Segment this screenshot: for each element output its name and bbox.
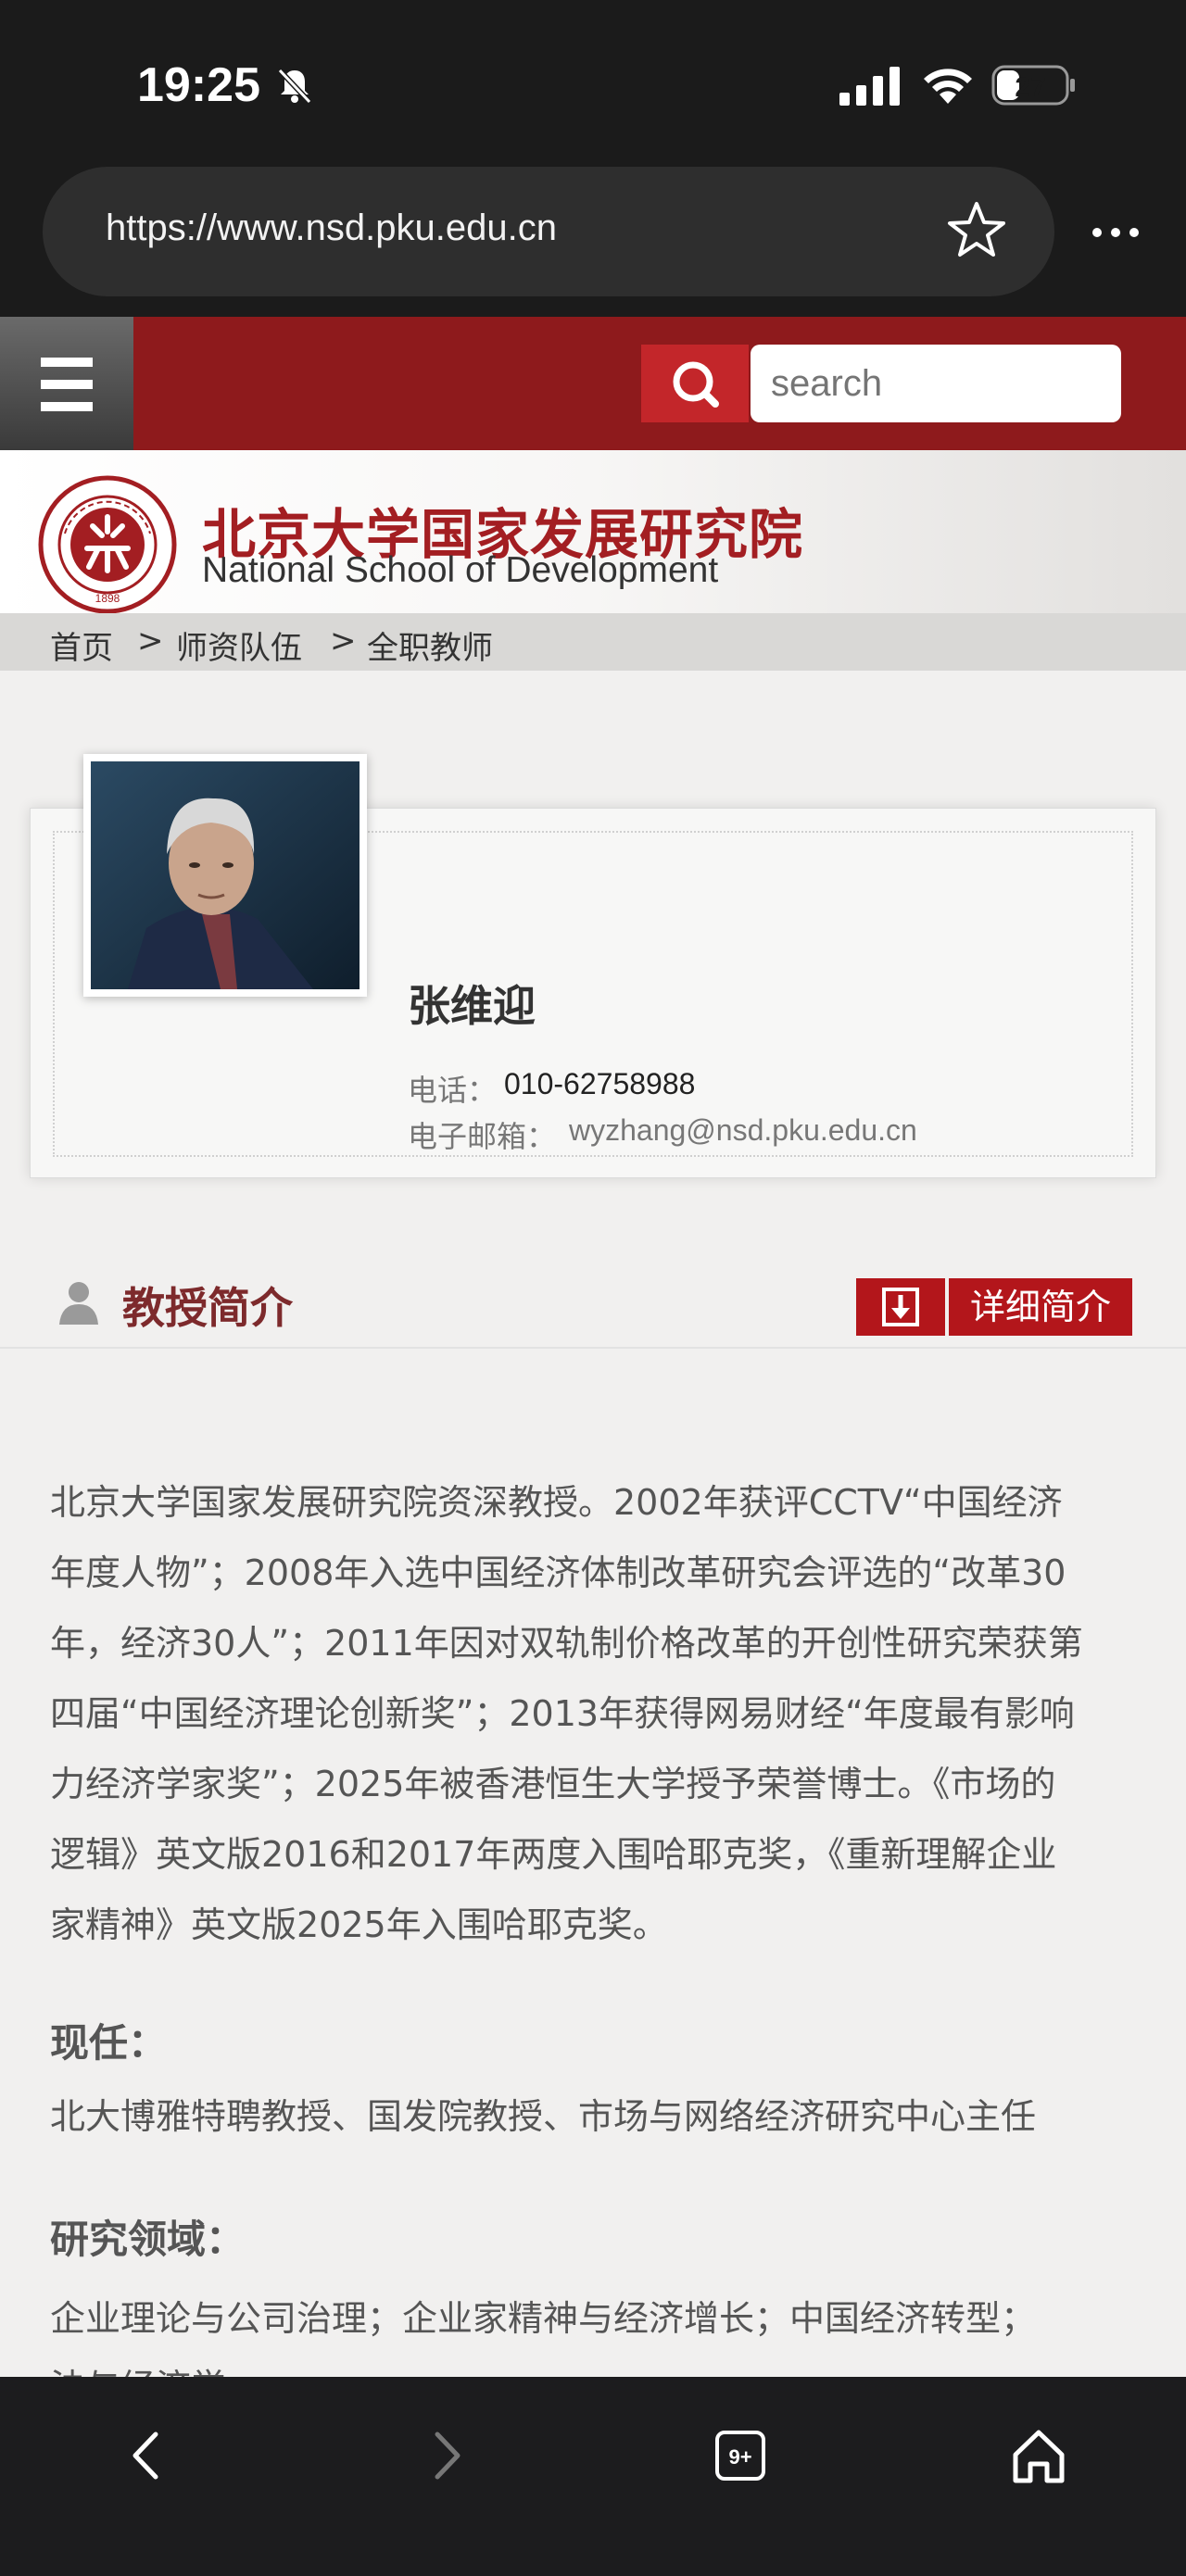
status-bar: 19:25 27 https://www.nsd.pku.edu.cn [0, 0, 1186, 296]
current-position-heading: 现任： [50, 2020, 168, 2066]
battery-icon: 27 [991, 65, 1075, 106]
phone-label: 电话： [408, 1073, 498, 1108]
breadcrumb-home[interactable]: 首页 [50, 622, 113, 668]
bio-line: 四届“中国经济理论创新奖”；2013年获得网易财经“年度最有影响 [50, 1693, 1075, 1734]
tabs-count: 9+ [728, 2445, 751, 2469]
download-icon [882, 1288, 919, 1326]
profile-photo [83, 754, 367, 997]
email-value[interactable]: wyzhang@nsd.pku.edu.cn [569, 1113, 917, 1148]
pku-seal-logo[interactable]: 1898 [37, 474, 178, 613]
breadcrumb-separator: > [330, 622, 357, 660]
status-time: 19:25 [137, 58, 260, 112]
search-button[interactable] [641, 345, 749, 422]
url-text[interactable]: https://www.nsd.pku.edu.cn [106, 207, 557, 249]
bio-line: 力经济学家奖”；2025年被香港恒生大学授予荣誉博士。《市场的 [50, 1764, 1056, 1804]
profile-name: 张维迎 [408, 981, 536, 1031]
breadcrumb: 首页 > 师资队伍 > 全职教师 [0, 613, 1186, 671]
bio-line: 年，经济30人”；2011年因对双轨制价格改革的开创性研究荣获第 [50, 1623, 1083, 1664]
search-input[interactable] [751, 345, 1121, 422]
more-icon[interactable] [1090, 209, 1142, 256]
breadcrumb-fulltime[interactable]: 全职教师 [367, 622, 493, 668]
bio-line: 年度人物”；2008年入选中国经济体制改革研究会评选的“改革30 [50, 1552, 1066, 1593]
email-label: 电子邮箱： [408, 1119, 557, 1154]
forward-icon[interactable] [413, 2423, 478, 2488]
school-name-en[interactable]: National School of Development [202, 550, 718, 591]
menu-button[interactable] [0, 317, 133, 450]
svg-text:1898: 1898 [95, 592, 120, 605]
bell-slash-icon [277, 68, 312, 105]
site-header [0, 317, 1186, 450]
address-bar[interactable]: https://www.nsd.pku.edu.cn [43, 167, 1054, 296]
search-icon [673, 361, 719, 408]
breadcrumb-faculty[interactable]: 师资队伍 [176, 622, 302, 668]
home-icon[interactable] [1006, 2423, 1071, 2488]
research-line: 企业理论与公司治理；企业家精神与经济增长；中国经济转型； [50, 2298, 1037, 2339]
phone-value[interactable]: 010-62758988 [504, 1067, 695, 1101]
download-button[interactable] [856, 1278, 945, 1336]
research-field-heading: 研究领域： [50, 2217, 246, 2262]
signal-icon [839, 67, 900, 106]
bio-line: 家精神》英文版2025年入围哈耶克奖。 [50, 1904, 668, 1945]
bio-line: 北京大学国家发展研究院资深教授。2002年获评CCTV“中国经济 [50, 1482, 1063, 1523]
detail-profile-button[interactable]: 详细简介 [949, 1278, 1132, 1336]
bio-line: 逻辑》英文版2016和2017年两度入围哈耶克奖，《重新理解企业 [50, 1834, 1057, 1875]
main-content: 张维迎 电话： 010-62758988 电子邮箱： wyzhang@nsd.p… [0, 671, 1186, 2407]
site-banner: 1898 北京大学国家发展研究院 National School of Deve… [0, 450, 1186, 613]
person-icon [59, 1282, 98, 1325]
breadcrumb-separator: > [137, 622, 164, 660]
browser-toolbar: 9+ [0, 2377, 1186, 2576]
bio-text: 北京大学国家发展研究院资深教授。2002年获评CCTV“中国经济 年度人物”；2… [50, 1467, 1143, 1960]
current-position-text: 北大博雅特聘教授、国发院教授、市场与网络经济研究中心主任 [50, 2096, 1037, 2137]
section-header: 教授简介 详细简介 [0, 1241, 1186, 1349]
star-icon[interactable] [945, 198, 1008, 261]
tabs-icon[interactable]: 9+ [708, 2423, 773, 2488]
battery-level: 27 [1015, 72, 1045, 103]
back-icon[interactable] [115, 2423, 180, 2488]
wifi-icon [924, 69, 972, 104]
portrait-image [91, 761, 360, 989]
section-title: 教授简介 [122, 1283, 293, 1333]
